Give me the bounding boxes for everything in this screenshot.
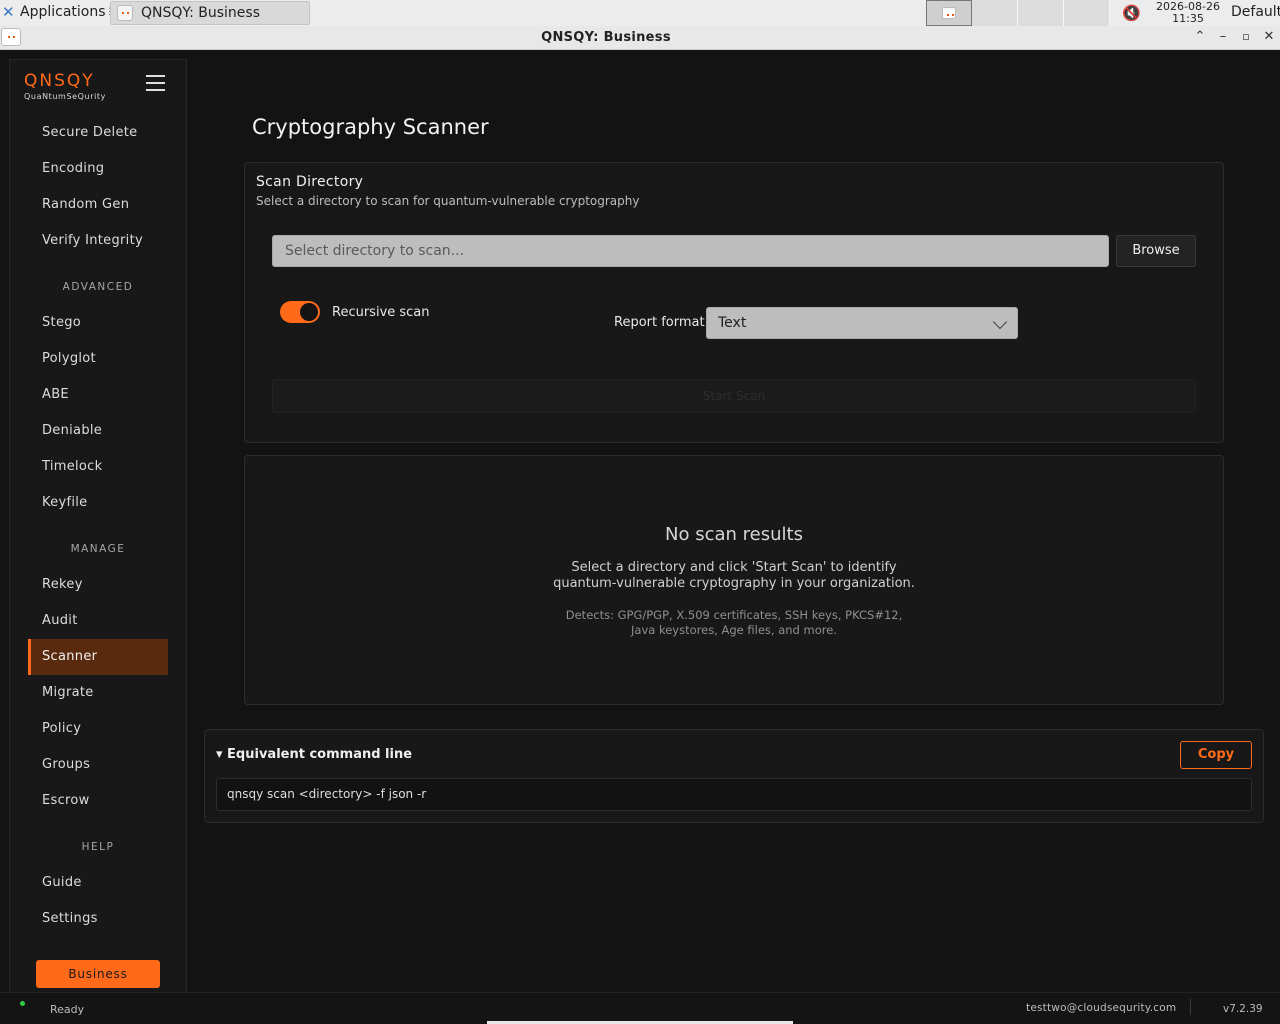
sidebar-item-policy[interactable]: Policy	[28, 711, 168, 747]
app-window: QNSQY QuaNtumSeQurity Secure Delete Encod…	[0, 51, 1280, 992]
sidebar-item-secure-delete[interactable]: Secure Delete	[28, 115, 168, 151]
workspace-switcher	[926, 0, 1110, 26]
workspace-2[interactable]	[972, 0, 1018, 26]
report-format-label: Report format	[614, 315, 705, 330]
volume-muted-icon[interactable]: 🔇	[1122, 4, 1142, 22]
sidebar-item-audit[interactable]: Audit	[28, 603, 168, 639]
page-title: Cryptography Scanner	[252, 115, 489, 139]
sidebar-item-encoding[interactable]: Encoding	[28, 151, 168, 187]
window-title: QNSQY: Business	[541, 30, 671, 45]
sidebar-item-random-gen[interactable]: Random Gen	[28, 187, 168, 223]
scan-directory-card: Scan Directory Select a directory to sca…	[244, 162, 1224, 443]
empty-desc-line-1: Select a directory and click 'Start Scan…	[571, 560, 897, 575]
empty-results-title: No scan results	[665, 524, 803, 545]
sidebar-item-rekey[interactable]: Rekey	[28, 567, 168, 603]
command-line-field[interactable]: qnsqy scan <directory> -f json -r	[216, 778, 1252, 811]
nav-section-help: HELP	[81, 841, 115, 853]
sidebar-item-escrow[interactable]: Escrow	[28, 783, 168, 819]
report-format-select[interactable]: Text	[706, 307, 1018, 339]
status-version: v7.2.39	[1223, 1003, 1263, 1015]
toggle-knob	[300, 303, 318, 321]
scan-card-title: Scan Directory	[256, 174, 364, 190]
empty-results-description: Select a directory and click 'Start Scan…	[245, 560, 1223, 592]
workspace-3[interactable]	[1018, 0, 1064, 26]
sidebar-item-polyglot[interactable]: Polyglot	[28, 341, 168, 377]
scan-card-subtitle: Select a directory to scan for quantum-v…	[256, 194, 640, 208]
copy-button[interactable]: Copy	[1180, 741, 1252, 769]
maximize-icon[interactable]: ▫	[1238, 29, 1254, 45]
logo-tagline: QuaNtumSeQurity	[24, 92, 107, 101]
sidebar-item-deniable[interactable]: Deniable	[28, 413, 168, 449]
sidebar-item-guide[interactable]: Guide	[28, 865, 168, 901]
detects-info: Detects: GPG/PGP, X.509 certificates, SS…	[245, 608, 1223, 638]
status-user: testtwo@cloudsequrity.com	[1026, 1002, 1177, 1014]
close-icon[interactable]: ✕	[1261, 29, 1277, 45]
sidebar-item-timelock[interactable]: Timelock	[28, 449, 168, 485]
minimize-icon[interactable]: –	[1215, 29, 1231, 45]
applications-menu[interactable]: ✕ Applications ☰	[2, 4, 118, 20]
taskbar-window-title: QNSQY: Business	[141, 5, 260, 21]
status-indicator-icon	[20, 1001, 25, 1006]
business-button[interactable]: Business	[36, 960, 160, 988]
command-line-card: ▾ Equivalent command line Copy qnsqy sca…	[204, 729, 1264, 823]
workspace-4[interactable]	[1064, 0, 1110, 26]
detects-line-1: Detects: GPG/PGP, X.509 certificates, SS…	[565, 608, 903, 622]
recursive-scan-toggle[interactable]	[280, 301, 320, 323]
scan-results-card: No scan results Select a directory and c…	[244, 455, 1224, 705]
nav-section-manage: MANAGE	[70, 543, 126, 555]
window-titlebar: QNSQY: Business ⌃ – ▫ ✕	[0, 26, 1280, 50]
start-scan-button[interactable]: Start Scan	[272, 379, 1196, 413]
sidebar: QNSQY QuaNtumSeQurity Secure Delete Encod…	[9, 59, 187, 992]
sidebar-item-scanner[interactable]: Scanner	[28, 639, 168, 675]
sidebar-item-keyfile[interactable]: Keyfile	[28, 485, 168, 521]
workspace-1[interactable]	[926, 0, 972, 26]
empty-desc-line-2: quantum-vulnerable cryptography in your …	[553, 576, 915, 591]
status-divider	[1190, 999, 1191, 1015]
chevron-down-icon	[992, 314, 1008, 330]
sidebar-item-stego[interactable]: Stego	[28, 305, 168, 341]
clock-time: 11:35	[1172, 12, 1204, 25]
keyboard-layout[interactable]: Default	[1231, 4, 1280, 20]
sidebar-item-migrate[interactable]: Migrate	[28, 675, 168, 711]
top-panel: ✕ Applications ☰ QNSQY: Business 🔇 2026-…	[0, 0, 1280, 26]
detects-line-2: Java keystores, Age files, and more.	[631, 623, 837, 637]
logo-text: QNSQY	[24, 71, 95, 91]
app-icon	[117, 5, 133, 21]
recursive-scan-label: Recursive scan	[332, 305, 430, 320]
nav-section-advanced: ADVANCED	[62, 281, 134, 293]
taskbar-window-button[interactable]: QNSQY: Business	[110, 1, 310, 25]
report-format-value: Text	[718, 315, 747, 331]
command-line-toggle[interactable]: ▾ Equivalent command line	[216, 747, 412, 762]
status-text: Ready	[50, 1003, 85, 1016]
sidebar-item-verify-integrity[interactable]: Verify Integrity	[28, 223, 168, 259]
status-bar: Ready testtwo@cloudsequrity.com v7.2.39	[0, 992, 1280, 1024]
directory-input[interactable]	[272, 235, 1109, 267]
sidebar-item-groups[interactable]: Groups	[28, 747, 168, 783]
workspace-app-icon	[942, 7, 956, 19]
applications-icon: ✕	[2, 2, 15, 21]
browse-button[interactable]: Browse	[1116, 235, 1196, 267]
hamburger-menu-icon[interactable]	[146, 75, 166, 93]
sidebar-item-settings[interactable]: Settings	[28, 901, 168, 937]
sidebar-item-abe[interactable]: ABE	[28, 377, 168, 413]
logo: QNSQY QuaNtumSeQurity	[24, 71, 114, 101]
sidebar-nav: Secure Delete Encoding Random Gen Verify In…	[28, 115, 168, 937]
window-shade-icon[interactable]: ⌃	[1192, 29, 1208, 45]
applications-label: Applications	[20, 4, 106, 20]
clock[interactable]: 2026-08-26 11:35	[1152, 1, 1224, 25]
